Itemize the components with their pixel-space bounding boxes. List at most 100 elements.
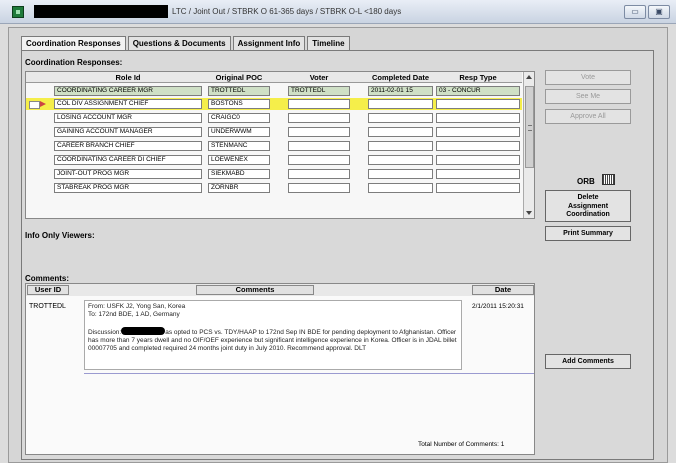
print-summary-button[interactable]: Print Summary <box>545 226 631 241</box>
delete-label-line: Assignment <box>567 202 609 210</box>
total-comments-count: Total Number of Comments: 1 <box>418 441 505 448</box>
tab-assignment-info[interactable]: Assignment Info <box>232 36 306 50</box>
date-cell <box>368 113 433 123</box>
resp-cell: 03 - CONCUR <box>436 86 520 96</box>
grid-scrollbar[interactable] <box>523 72 534 218</box>
date-cell: 2011-02-01 15 <box>368 86 433 96</box>
table-row-selected[interactable]: COL DIV ASSIGNMENT CHIEF BOSTONS <box>26 98 522 110</box>
date-cell <box>368 99 433 109</box>
table-row[interactable]: COORDINATING CAREER DI CHIEF LOEWENEX <box>26 154 522 166</box>
comments-section-label: Comments: <box>25 274 70 283</box>
poc-cell: ZORNBR <box>208 183 270 193</box>
delete-assignment-coordination-button[interactable]: Delete Assignment Coordination <box>545 190 631 222</box>
role-cell: LOSING ACCOUNT MGR <box>54 113 202 123</box>
approve-all-button[interactable]: Approve All <box>545 109 631 124</box>
role-cell: JOINT-OUT PROG MGR <box>54 169 202 179</box>
comment-to-line: To: 172nd BDE, 1 AD, Germany <box>88 311 180 318</box>
date-cell <box>368 183 433 193</box>
window-title: LTC / Joint Out / STBRK O 61-365 days / … <box>172 7 402 16</box>
voter-cell <box>288 183 350 193</box>
add-comments-button[interactable]: Add Comments <box>545 354 631 369</box>
poc-cell: BOSTONS <box>208 99 270 109</box>
app-icon <box>12 6 24 18</box>
redacted-name-block <box>34 5 168 18</box>
col-header-role-id[interactable]: Role Id <box>54 72 202 83</box>
table-row[interactable]: JOINT-OUT PROG MGR SIEKMABD <box>26 168 522 180</box>
col-header-user-id[interactable]: User ID <box>27 285 69 295</box>
table-row[interactable]: GAINING ACCOUNT MANAGER UNDERWWM <box>26 126 522 138</box>
poc-cell: SIEKMABD <box>208 169 270 179</box>
role-cell: COORDINATING CAREER MGR <box>54 86 202 96</box>
col-header-voter[interactable]: Voter <box>288 72 350 83</box>
title-bar: LTC / Joint Out / STBRK O 61-365 days / … <box>0 0 676 24</box>
tab-coordination-responses[interactable]: Coordination Responses <box>21 36 126 50</box>
tab-timeline[interactable]: Timeline <box>307 36 350 50</box>
poc-cell: CRAIGC0 <box>208 113 270 123</box>
orb-barcode-icon[interactable] <box>602 174 615 185</box>
coordination-grid: Role Id Original POC Voter Completed Dat… <box>25 71 535 219</box>
delete-label-line: Delete <box>577 194 599 201</box>
comment-user-id: TROTTEDL <box>29 303 66 310</box>
col-header-resp-type[interactable]: Resp Type <box>436 72 520 83</box>
discussion-prefix: Discussion: <box>88 329 122 336</box>
resp-cell <box>436 113 520 123</box>
info-only-viewers-label: Info Only Viewers: <box>25 231 95 240</box>
comment-date: 2/1/2011 15:20:31 <box>472 303 524 310</box>
scroll-thumb[interactable] <box>525 86 534 168</box>
role-cell: STABREAK PROG MGR <box>54 183 202 193</box>
table-row[interactable]: CAREER BRANCH CHIEF STENMANC <box>26 140 522 152</box>
comment-text[interactable]: From: USFK J2, Yong San, Korea To: 172nd… <box>84 300 462 370</box>
grid-header: Role Id Original POC Voter Completed Dat… <box>26 72 522 83</box>
comment-discussion: Discussion: as opted to PCS vs. TDY/HAAP … <box>88 327 458 353</box>
comments-header: User ID Comments Date <box>26 284 534 296</box>
delete-label-line: Coordination <box>566 211 610 218</box>
col-header-date[interactable]: Date <box>472 285 534 295</box>
comment-from-line: From: USFK J2, Yong San, Korea <box>88 303 186 310</box>
resp-cell <box>436 127 520 137</box>
voter-cell <box>288 127 350 137</box>
voter-cell <box>288 141 350 151</box>
resp-cell <box>436 183 520 193</box>
tab-panel: Coordination Responses: Role Id Original… <box>21 50 654 460</box>
see-me-button[interactable]: See Me <box>545 89 631 104</box>
minimize-button[interactable]: ▭ <box>624 5 646 19</box>
role-cell: CAREER BRANCH CHIEF <box>54 141 202 151</box>
role-cell: GAINING ACCOUNT MANAGER <box>54 127 202 137</box>
comment-divider <box>84 373 534 374</box>
tab-questions-documents[interactable]: Questions & Documents <box>127 36 231 50</box>
date-cell <box>368 127 433 137</box>
poc-cell: UNDERWWM <box>208 127 270 137</box>
row-pointer-icon <box>29 100 49 109</box>
voter-cell <box>288 155 350 165</box>
comments-grid: User ID Comments Date TROTTEDL From: USF… <box>25 283 535 455</box>
scroll-down-icon[interactable] <box>526 211 532 215</box>
scroll-up-icon[interactable] <box>526 75 532 79</box>
date-cell <box>368 141 433 151</box>
date-cell <box>368 169 433 179</box>
voter-cell <box>288 169 350 179</box>
col-header-completed-date[interactable]: Completed Date <box>368 72 433 83</box>
main-content: Coordination Responses Questions & Docum… <box>8 27 668 463</box>
tab-strip: Coordination Responses Questions & Docum… <box>21 36 352 50</box>
resp-cell <box>436 99 520 109</box>
role-cell: COORDINATING CAREER DI CHIEF <box>54 155 202 165</box>
orb-label: ORB <box>577 177 595 186</box>
poc-cell: LOEWENEX <box>208 155 270 165</box>
resp-cell <box>436 169 520 179</box>
vote-button[interactable]: Vote <box>545 70 631 85</box>
table-row[interactable]: COORDINATING CAREER MGR TROTTEDL TROTTED… <box>26 85 522 97</box>
resp-cell <box>436 155 520 165</box>
resp-cell <box>436 141 520 151</box>
voter-cell <box>288 99 350 109</box>
poc-cell: STENMANC <box>208 141 270 151</box>
table-row[interactable]: STABREAK PROG MGR ZORNBR <box>26 182 522 194</box>
voter-cell <box>288 113 350 123</box>
coordination-section-label: Coordination Responses: <box>25 58 123 67</box>
col-header-original-poc[interactable]: Original POC <box>208 72 270 83</box>
voter-cell: TROTTEDL <box>288 86 350 96</box>
restore-button[interactable]: ▣ <box>648 5 670 19</box>
redacted-name-block <box>121 327 166 335</box>
table-row[interactable]: LOSING ACCOUNT MGR CRAIGC0 <box>26 112 522 124</box>
col-header-comments[interactable]: Comments <box>196 285 314 295</box>
role-cell: COL DIV ASSIGNMENT CHIEF <box>54 99 202 109</box>
